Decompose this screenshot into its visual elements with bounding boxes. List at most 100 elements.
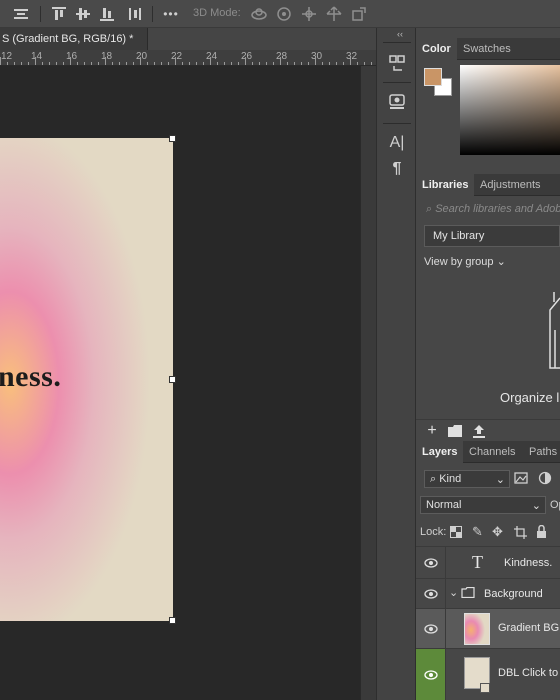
ruler-tick: [77, 62, 78, 65]
tab-color[interactable]: Color: [416, 38, 457, 60]
align-bottom-icon[interactable]: [98, 5, 116, 23]
ruler-tick: [147, 62, 148, 65]
history-icon[interactable]: [385, 52, 409, 74]
orbit-3d-icon[interactable]: [250, 5, 268, 23]
character-icon[interactable]: A|: [385, 132, 409, 154]
tab-layers[interactable]: Layers: [416, 441, 464, 463]
pan-3d-icon[interactable]: [300, 5, 318, 23]
transform-handle-bottom-right[interactable]: [169, 617, 176, 624]
vertical-scrollbar[interactable]: [360, 66, 376, 700]
layer-kind-filter[interactable]: ⌕ Kind ⌄: [424, 470, 510, 488]
align-top-icon[interactable]: [50, 5, 68, 23]
ruler-tick: [273, 62, 274, 65]
ruler-tick-label: 16: [66, 51, 78, 62]
horizontal-ruler[interactable]: 12 14 16 18 20 22 24 26 28 30 32: [0, 50, 376, 66]
text-layer-icon: T: [472, 552, 483, 572]
organize-text: Organize l: [500, 390, 560, 405]
add-library-item-icon[interactable]: +: [424, 422, 440, 439]
layer-group-row[interactable]: ⌄ Background: [416, 578, 560, 608]
canvas-area[interactable]: ness.: [0, 66, 360, 700]
artboard-text[interactable]: ness.: [0, 360, 61, 394]
ruler-tick: [252, 62, 253, 65]
ruler-tick: [294, 62, 295, 65]
lock-position-icon[interactable]: ✥: [492, 524, 503, 540]
lock-transparent-icon[interactable]: [450, 526, 462, 541]
library-select[interactable]: My Library: [424, 225, 560, 247]
chevron-down-icon[interactable]: ⌄: [449, 586, 458, 599]
upload-icon[interactable]: [471, 423, 487, 439]
document-tab[interactable]: S (Gradient BG, RGB/16) *: [0, 28, 148, 50]
artboard[interactable]: ness.: [0, 138, 173, 621]
tab-channels[interactable]: Channels: [469, 441, 515, 463]
layer-name: DBL Click to C: [498, 667, 560, 679]
foreground-color-swatch[interactable]: [424, 68, 442, 86]
ruler-tick: [63, 62, 64, 65]
paragraph-icon[interactable]: ¶: [385, 158, 409, 180]
eye-icon[interactable]: [416, 649, 446, 700]
library-search-placeholder: Search libraries and Adob: [435, 203, 560, 215]
eye-icon[interactable]: [416, 579, 446, 608]
transform-handle-middle-right[interactable]: [169, 376, 176, 383]
tab-strip: [148, 28, 376, 50]
ruler-tick: [231, 62, 232, 65]
ruler-tick-label: 22: [171, 51, 183, 62]
layer-row-selected[interactable]: Gradient BG: [416, 608, 560, 648]
ruler-tick: [91, 62, 92, 65]
tab-swatches[interactable]: Swatches: [463, 38, 511, 60]
more-icon[interactable]: •••: [162, 5, 180, 23]
ruler-tick: [133, 62, 134, 65]
opacity-label: Op: [550, 499, 560, 511]
ruler-tick-label: 30: [311, 51, 323, 62]
ruler-tick: [154, 62, 155, 65]
eye-icon[interactable]: [416, 547, 446, 578]
roll-3d-icon[interactable]: [275, 5, 293, 23]
ruler-tick: [35, 57, 36, 65]
ruler-tick-label: 28: [276, 51, 288, 62]
ruler-tick-label: 32: [346, 51, 358, 62]
blend-mode-label: Normal: [426, 499, 462, 511]
ruler-tick-label: 18: [101, 51, 113, 62]
ruler-tick: [217, 62, 218, 65]
align-vcenter-icon[interactable]: [74, 5, 92, 23]
filter-pixel-icon[interactable]: [514, 471, 528, 488]
lock-artboard-icon[interactable]: [514, 526, 527, 542]
transform-handle-top-right[interactable]: [169, 135, 176, 142]
tab-adjustments[interactable]: Adjustments: [480, 174, 541, 196]
lock-all-icon[interactable]: [536, 524, 547, 541]
strip-divider: [383, 123, 411, 124]
color-panel-tabs: Color Swatches: [416, 38, 560, 60]
ruler-tick: [119, 62, 120, 65]
tab-paths[interactable]: Paths: [529, 441, 557, 463]
lock-row: Lock: ✎ ✥: [420, 524, 560, 542]
search-icon: ⌕: [426, 203, 436, 215]
tab-libraries[interactable]: Libraries: [416, 174, 475, 196]
ruler-tick: [112, 62, 113, 65]
eye-icon[interactable]: [416, 609, 446, 648]
layer-row[interactable]: T Kindness.: [416, 546, 560, 578]
scale-3d-icon[interactable]: [350, 5, 368, 23]
color-picker-field[interactable]: [460, 65, 560, 155]
collapse-panels-icon[interactable]: ‹‹: [397, 29, 403, 39]
ruler-tick: [238, 62, 239, 65]
filter-adjustment-icon[interactable]: [538, 471, 552, 488]
ruler-tick: [245, 57, 246, 65]
folder-icon[interactable]: [447, 423, 463, 439]
ruler-tick: [301, 62, 302, 65]
folder-icon: [461, 586, 475, 601]
properties-icon[interactable]: [385, 90, 409, 112]
ruler-tick: [357, 62, 358, 65]
slide-3d-icon[interactable]: [325, 5, 343, 23]
ruler-tick: [0, 57, 1, 65]
lock-image-pixels-icon[interactable]: ✎: [472, 524, 483, 540]
library-search-input[interactable]: ⌕ Search libraries and Adob: [420, 198, 560, 220]
distribute-icon[interactable]: [126, 5, 144, 23]
ruler-tick: [105, 57, 106, 65]
blend-mode-select[interactable]: Normal ⌄: [420, 496, 546, 514]
view-by-group-dropdown[interactable]: View by group ⌄: [424, 255, 506, 268]
layer-row[interactable]: DBL Click to C: [416, 648, 560, 700]
align-left-icon[interactable]: [12, 5, 30, 23]
ruler-tick: [287, 62, 288, 65]
library-illustration-icon: [544, 290, 560, 374]
ruler-tick: [329, 62, 330, 65]
right-panel-dock: Color Swatches Libraries Adjustments ⌕ S…: [416, 28, 560, 700]
